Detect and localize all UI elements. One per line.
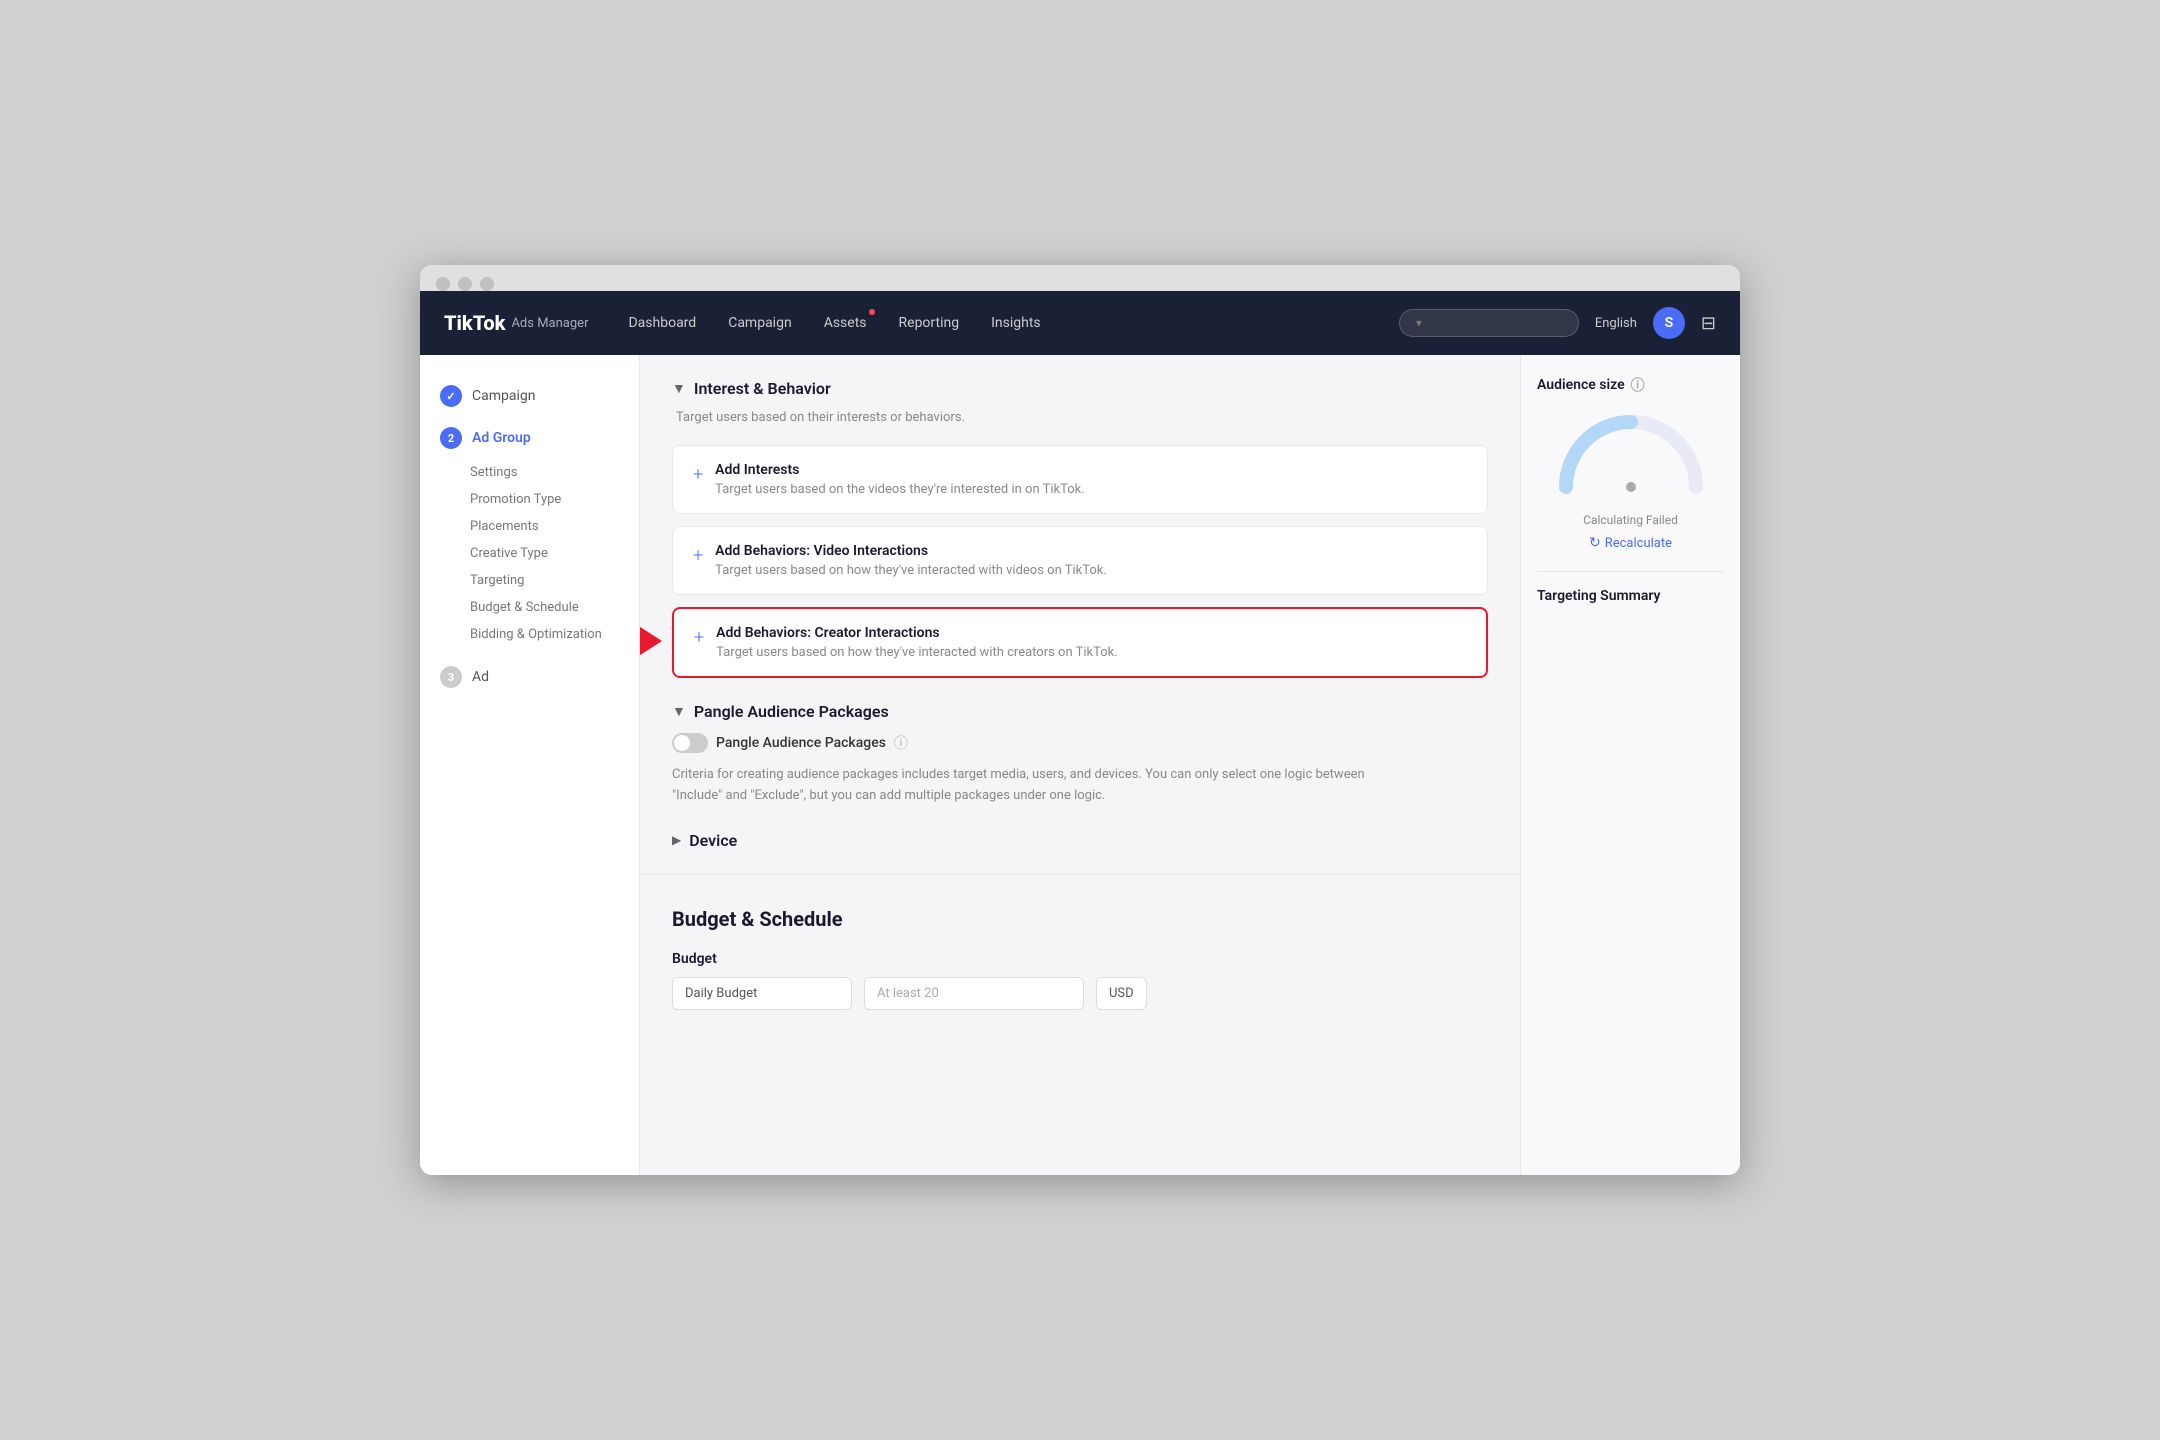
language-selector[interactable]: English [1595,316,1637,331]
nav-right: ▾ English S ⊟ [1399,307,1716,339]
add-behaviors-video-title: Add Behaviors: Video Interactions [715,543,1107,559]
search-placeholder: ▾ [1416,316,1422,330]
sidebar-item-adgroup[interactable]: 2 Ad Group [420,417,639,459]
nav-dashboard[interactable]: Dashboard [628,311,696,335]
logo-ads-text: Ads Manager [511,316,588,331]
targeting-summary-title: Targeting Summary [1537,571,1724,604]
budget-section-title: Budget & Schedule [672,907,1488,931]
nav-insights[interactable]: Insights [991,311,1041,335]
add-interests-card[interactable]: + Add Interests Target users based on th… [672,445,1488,514]
ad-step-icon: 3 [440,666,462,688]
content-scroll: ▼ Interest & Behavior Target users based… [640,355,1520,1034]
add-behaviors-creator-desc: Target users based on how they've intera… [716,645,1118,660]
browser-dot-red [436,277,450,291]
avatar[interactable]: S [1653,307,1685,339]
interest-behavior-header: ▼ Interest & Behavior [672,379,1488,398]
add-interests-icon: + [693,464,703,485]
pangle-toggle-label: Pangle Audience Packages [716,735,886,751]
nav-links: Dashboard Campaign Assets Reporting Insi… [628,311,1398,335]
browser-window: TikTok Ads Manager Dashboard Campaign As… [420,265,1740,1175]
budget-amount-input[interactable]: At least 20 [864,977,1084,1010]
red-arrow-container [640,621,662,665]
sidebar-sub-settings[interactable]: Settings [420,459,639,486]
top-nav: TikTok Ads Manager Dashboard Campaign As… [420,291,1740,355]
ad-label: Ad [472,669,489,685]
logo-text: TikTok [444,311,507,335]
section-divider [640,874,1520,875]
interest-behavior-section: ▼ Interest & Behavior Target users based… [672,379,1488,678]
browser-chrome [420,265,1740,291]
pangle-title: Pangle Audience Packages [694,702,889,721]
nav-reporting[interactable]: Reporting [899,311,960,335]
sidebar-item-campaign[interactable]: ✓ Campaign [420,375,639,417]
pangle-toggle[interactable] [672,733,708,753]
add-behaviors-creator-title: Add Behaviors: Creator Interactions [716,625,1118,641]
sidebar-sub-creative[interactable]: Creative Type [420,540,639,567]
pangle-header: ▼ Pangle Audience Packages [672,702,1488,721]
sidebar: ✓ Campaign 2 Ad Group Settings Promotion… [420,355,640,1175]
briefcase-icon[interactable]: ⊟ [1701,313,1716,334]
interest-behavior-title: Interest & Behavior [694,379,831,398]
device-section: ▶ Device [672,831,1488,850]
pangle-desc: Criteria for creating audience packages … [672,765,1372,807]
recalculate-text: Recalculate [1605,536,1672,551]
pangle-info-icon[interactable]: ⓘ [894,733,908,753]
nav-assets[interactable]: Assets [824,311,867,335]
gauge-svg [1551,407,1711,497]
pangle-chevron[interactable]: ▼ [672,703,686,720]
add-behaviors-creator-icon: + [694,627,704,648]
add-behaviors-creator-content: Add Behaviors: Creator Interactions Targ… [716,625,1118,660]
red-arrow-icon [640,621,662,661]
budget-label: Budget [672,951,1488,967]
nav-campaign[interactable]: Campaign [728,311,791,335]
sidebar-sub-bidding[interactable]: Bidding & Optimization [420,621,639,648]
budget-type-selector[interactable]: Daily Budget [672,977,852,1010]
interest-behavior-subtitle: Target users based on their interests or… [676,410,1488,425]
audience-size-info-icon[interactable]: ⓘ [1631,375,1645,395]
device-header[interactable]: ▶ Device [672,831,1488,850]
add-behaviors-creator-card[interactable]: + Add Behaviors: Creator Interactions Ta… [672,607,1488,678]
add-behaviors-video-desc: Target users based on how they've intera… [715,563,1107,578]
device-title: Device [689,831,737,850]
pangle-section: ▼ Pangle Audience Packages Pangle Audien… [672,702,1488,807]
sidebar-sub-budget[interactable]: Budget & Schedule [420,594,639,621]
audience-size-title-text: Audience size [1537,377,1625,393]
add-interests-content: Add Interests Target users based on the … [715,462,1085,497]
interest-chevron[interactable]: ▼ [672,380,686,397]
budget-input-row: Daily Budget At least 20 USD [672,977,1488,1010]
calculating-failed-text: Calculating Failed [1537,513,1724,527]
sidebar-sub-placements[interactable]: Placements [420,513,639,540]
sidebar-sub-promotion[interactable]: Promotion Type [420,486,639,513]
recalculate-icon: ↻ [1589,535,1601,551]
add-behaviors-video-content: Add Behaviors: Video Interactions Target… [715,543,1107,578]
adgroup-label: Ad Group [472,430,531,446]
gauge-container [1551,407,1711,501]
device-chevron: ▶ [672,833,681,847]
campaign-step-icon: ✓ [440,385,462,407]
add-interests-title: Add Interests [715,462,1085,478]
add-behaviors-video-card[interactable]: + Add Behaviors: Video Interactions Targ… [672,526,1488,595]
pangle-toggle-row: Pangle Audience Packages ⓘ [672,733,1488,753]
budget-section: Budget & Schedule Budget Daily Budget At… [672,899,1488,1010]
content-area: ▼ Interest & Behavior Target users based… [640,355,1520,1175]
currency-badge: USD [1096,977,1147,1010]
sidebar-item-ad[interactable]: 3 Ad [420,656,639,698]
creator-interactions-wrapper: + Add Behaviors: Creator Interactions Ta… [672,607,1488,678]
sidebar-sub-targeting[interactable]: Targeting [420,567,639,594]
add-behaviors-video-icon: + [693,545,703,566]
adgroup-step-icon: 2 [440,427,462,449]
browser-dot-yellow [458,277,472,291]
browser-dot-green [480,277,494,291]
recalculate-button[interactable]: ↻ Recalculate [1537,535,1724,551]
right-panel: Audience size ⓘ Calculating Failed ↻ Rec… [1520,355,1740,1175]
add-interests-desc: Target users based on the videos they're… [715,482,1085,497]
campaign-label: Campaign [472,388,535,404]
main-layout: ✓ Campaign 2 Ad Group Settings Promotion… [420,355,1740,1175]
nav-search-box[interactable]: ▾ [1399,309,1579,337]
audience-size-header: Audience size ⓘ [1537,375,1724,395]
logo: TikTok Ads Manager [444,311,588,335]
